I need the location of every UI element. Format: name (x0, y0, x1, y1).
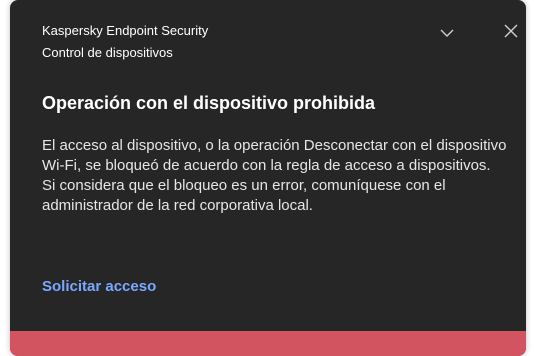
message-paragraph-contact: Si considera que el bloqueo es un error,… (42, 177, 446, 214)
close-icon[interactable] (502, 22, 520, 40)
app-name: Kaspersky Endpoint Security (42, 23, 209, 38)
message-paragraph-blocked: El acceso al dispositivo, o la operación… (42, 137, 507, 174)
request-access-link[interactable]: Solicitar acceso (42, 277, 156, 297)
chevron-down-icon[interactable] (438, 24, 456, 42)
notification-header: Kaspersky Endpoint Security Control de d… (42, 22, 422, 62)
notification-title: Operación con el dispositivo prohibida (42, 93, 376, 113)
notification-popup: Kaspersky Endpoint Security Control de d… (10, 0, 526, 356)
component-name: Control de dispositivos (42, 45, 173, 60)
notification-message: El acceso al dispositivo, o la operación… (42, 136, 512, 216)
status-bar (10, 331, 526, 356)
